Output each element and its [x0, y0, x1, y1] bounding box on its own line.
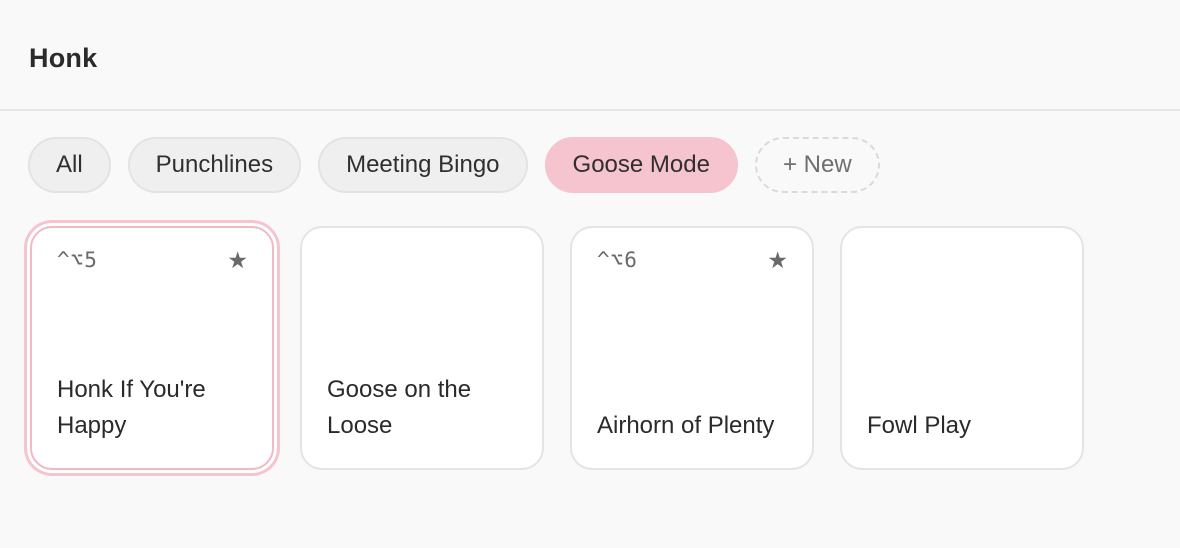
- shortcut-label: ^⌥5: [57, 248, 98, 272]
- sound-card-grid: ^⌥5 ★ Honk If You're Happy Goose on the …: [30, 226, 1084, 470]
- star-icon: ★: [767, 247, 788, 273]
- sound-card-fowl-play[interactable]: Fowl Play: [840, 226, 1084, 470]
- card-label: Honk If You're Happy: [57, 376, 206, 439]
- new-filter-button[interactable]: + New: [754, 137, 880, 193]
- filter-chip-goose-mode[interactable]: Goose Mode: [544, 137, 738, 193]
- sound-card-honk-if-youre-happy[interactable]: ^⌥5 ★ Honk If You're Happy: [30, 226, 274, 470]
- filter-chips: All Punchlines Meeting Bingo Goose Mode …: [28, 137, 880, 193]
- card-label: Fowl Play: [867, 412, 972, 439]
- filter-chip-all[interactable]: All: [28, 137, 111, 193]
- header-bar: Honk: [0, 0, 1180, 111]
- shortcut-label: ^⌥6: [597, 248, 638, 272]
- sound-card-airhorn-of-plenty[interactable]: ^⌥6 ★ Airhorn of Plenty: [570, 226, 814, 470]
- card-label: Goose on the Loose: [327, 376, 472, 439]
- card-label: Airhorn of Plenty: [597, 412, 775, 439]
- filter-chip-punchlines[interactable]: Punchlines: [127, 137, 302, 193]
- app-title: Honk: [29, 43, 98, 73]
- filter-chip-meeting-bingo[interactable]: Meeting Bingo: [318, 137, 528, 193]
- star-icon: ★: [227, 247, 248, 273]
- sound-card-goose-on-the-loose[interactable]: Goose on the Loose: [300, 226, 544, 470]
